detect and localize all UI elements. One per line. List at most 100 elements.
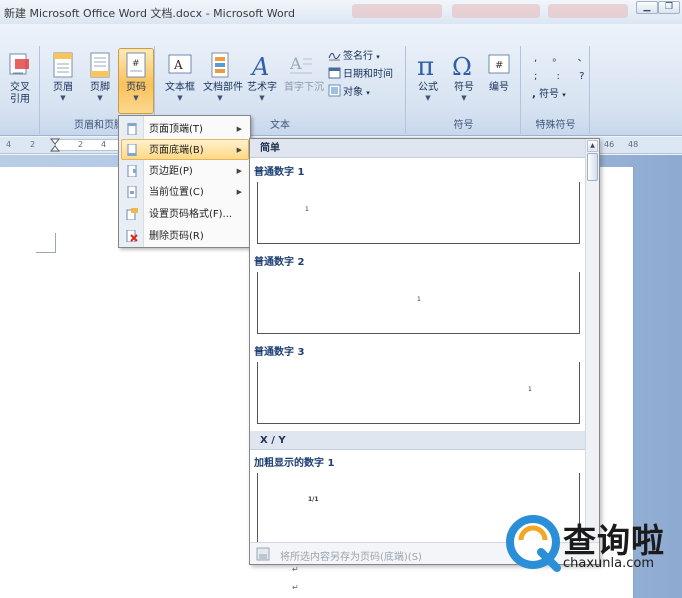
paragraph-mark: ↵ bbox=[292, 583, 299, 592]
gallery-item-plain-number-2[interactable]: 1 bbox=[257, 272, 580, 334]
submenu-arrow-icon: ▶ bbox=[236, 146, 242, 154]
chevron-down-icon: ▾ bbox=[376, 53, 380, 61]
ruler-number: 46 bbox=[604, 140, 615, 149]
watermark-q-icon bbox=[506, 515, 561, 572]
ruler-number: 2 bbox=[30, 140, 36, 149]
gallery-item-plain-number-1[interactable]: 1 bbox=[257, 182, 580, 244]
chevron-down-icon: ▾ bbox=[366, 89, 370, 97]
menu-item-remove-page-numbers[interactable]: 删除页码(R) bbox=[121, 225, 249, 246]
quick-parts-icon bbox=[211, 52, 229, 78]
textbox-label: 文本框 bbox=[165, 82, 195, 93]
restore-button[interactable]: ❐ bbox=[658, 1, 680, 14]
footer-button[interactable]: 页脚 ▼ bbox=[82, 48, 118, 114]
page-number-preview: 1 bbox=[528, 386, 532, 393]
special-symbol-label: 符号 bbox=[539, 89, 559, 100]
svg-text:π: π bbox=[417, 52, 434, 79]
gallery-scrollbar[interactable]: ▲ bbox=[585, 139, 599, 543]
chevron-down-icon: ▼ bbox=[133, 94, 139, 102]
special-glyphs-row-2[interactable]: ; : ? bbox=[534, 68, 592, 86]
page-number-preview: 1/1 bbox=[308, 496, 319, 503]
submenu-arrow-icon: ▶ bbox=[236, 167, 242, 175]
ruler-number: 4 bbox=[101, 140, 107, 149]
page-number-button[interactable]: # 页码 ▼ bbox=[118, 48, 154, 114]
page-top-icon bbox=[127, 123, 137, 135]
save-selection-to-gallery-button: 将所选内容另存为页码(底端)(S) bbox=[280, 552, 422, 563]
wordart-button[interactable]: A 艺术字 ▼ bbox=[244, 48, 280, 114]
cross-reference-label-line2: 引用 bbox=[10, 94, 30, 105]
gallery-item-title: 普通数字 1 bbox=[254, 167, 305, 178]
taskbar-tab[interactable] bbox=[352, 4, 442, 18]
submenu-arrow-icon: ▶ bbox=[236, 125, 242, 133]
scroll-up-button[interactable]: ▲ bbox=[587, 140, 598, 152]
special-symbols-group: , 。 、 ; : ? , 符号 ▾ 特殊符号 bbox=[522, 46, 590, 134]
menu-item-page-margin[interactable]: 页边距(P) ▶ bbox=[121, 160, 249, 181]
special-symbol-button[interactable]: , 符号 ▾ bbox=[532, 86, 566, 104]
number-label: 编号 bbox=[489, 82, 509, 93]
ruler-number: 4 bbox=[6, 140, 12, 149]
page-number-preview: 1 bbox=[417, 296, 421, 303]
gallery-section-simple: 简单 bbox=[250, 139, 586, 158]
special-glyphs-row-1[interactable]: , 。 、 bbox=[534, 50, 594, 68]
gallery-item-plain-number-3[interactable]: 1 bbox=[257, 362, 580, 424]
scroll-thumb[interactable] bbox=[587, 153, 598, 181]
links-group: 交叉 引用 bbox=[0, 46, 40, 134]
svg-text:A: A bbox=[289, 54, 302, 73]
date-time-label: 日期和时间 bbox=[343, 69, 393, 80]
number-icon: # bbox=[488, 54, 510, 74]
menu-item-page-bottom[interactable]: 页面底端(B) ▶ bbox=[121, 139, 249, 160]
gallery-item-title: 普通数字 3 bbox=[254, 347, 305, 358]
minimize-button[interactable]: ▁ bbox=[636, 1, 658, 14]
taskbar-tab[interactable] bbox=[452, 4, 540, 18]
menu-item-label: 设置页码格式(F)... bbox=[149, 209, 233, 220]
current-position-icon bbox=[127, 186, 137, 198]
chevron-down-icon: ▼ bbox=[60, 94, 66, 102]
watermark-url: chaxunla.com bbox=[563, 556, 654, 571]
chevron-down-icon: ▼ bbox=[461, 94, 467, 102]
menu-item-format-page-numbers[interactable]: 设置页码格式(F)... bbox=[121, 203, 249, 224]
ruler-text-area bbox=[55, 139, 125, 151]
chevron-down-icon: ▼ bbox=[217, 94, 223, 102]
quick-parts-button[interactable]: 文档部件 ▼ bbox=[202, 48, 243, 114]
ruler-number: 2 bbox=[78, 140, 84, 149]
page-number-menu: 页面顶端(T) ▶ 页面底端(B) ▶ 页边距(P) ▶ 当前位置(C) ▶ 设… bbox=[118, 115, 251, 248]
watermark-logo: 查询啦 chaxunla.com bbox=[505, 512, 677, 578]
date-time-button[interactable]: 日期和时间 bbox=[328, 66, 393, 84]
cross-reference-button[interactable]: 交叉 引用 bbox=[2, 48, 38, 114]
window-title: 新建 Microsoft Office Word 文档.docx - Micro… bbox=[4, 7, 295, 20]
page-number-label: 页码 bbox=[126, 82, 146, 93]
header-button[interactable]: 页眉 ▼ bbox=[45, 48, 81, 114]
symbols-group-label: 符号 bbox=[453, 120, 474, 131]
pi-icon: π bbox=[417, 52, 434, 79]
symbol-label: 符号 bbox=[454, 82, 474, 93]
cross-reference-label-line1: 交叉 bbox=[10, 82, 30, 93]
ruler-number: 48 bbox=[628, 140, 639, 149]
svg-text:Ω: Ω bbox=[452, 53, 472, 79]
special-symbols-group-label: 特殊符号 bbox=[535, 120, 576, 131]
menu-item-page-top[interactable]: 页面顶端(T) ▶ bbox=[121, 118, 249, 139]
indent-marker-icon[interactable] bbox=[50, 138, 60, 153]
chevron-down-icon: ▼ bbox=[177, 94, 183, 102]
page-bottom-gallery: 简单 普通数字 1 1 普通数字 2 1 普通数字 3 1 X / Y 加粗显示… bbox=[249, 138, 600, 565]
footer-label: 页脚 bbox=[90, 82, 110, 93]
omega-icon: Ω bbox=[452, 53, 472, 79]
page-number-icon: # bbox=[126, 52, 146, 78]
drop-cap-button: A 首字下沉 bbox=[283, 48, 324, 114]
textbox-icon: A bbox=[168, 54, 192, 74]
equation-button[interactable]: π 公式 ▼ bbox=[410, 48, 446, 114]
wordart-label: 艺术字 bbox=[247, 82, 277, 93]
object-label: 对象 bbox=[343, 87, 363, 98]
svg-text:#: # bbox=[495, 60, 503, 71]
comma-icon: , bbox=[532, 89, 536, 100]
menu-item-label: 删除页码(R) bbox=[149, 231, 204, 242]
svg-text:A: A bbox=[250, 53, 269, 79]
format-page-number-icon bbox=[126, 208, 138, 220]
drop-cap-icon: A bbox=[289, 54, 312, 74]
number-button[interactable]: # 编号 bbox=[481, 48, 517, 114]
chevron-down-icon: ▼ bbox=[97, 94, 103, 102]
symbol-button[interactable]: Ω 符号 ▼ bbox=[446, 48, 482, 114]
object-button[interactable]: 对象 ▾ bbox=[328, 84, 370, 102]
taskbar-tab[interactable] bbox=[548, 4, 628, 18]
signature-line-button[interactable]: 签名行 ▾ bbox=[328, 48, 380, 66]
textbox-button[interactable]: A 文本框 ▼ bbox=[162, 48, 198, 114]
menu-item-current-position[interactable]: 当前位置(C) ▶ bbox=[121, 181, 249, 202]
